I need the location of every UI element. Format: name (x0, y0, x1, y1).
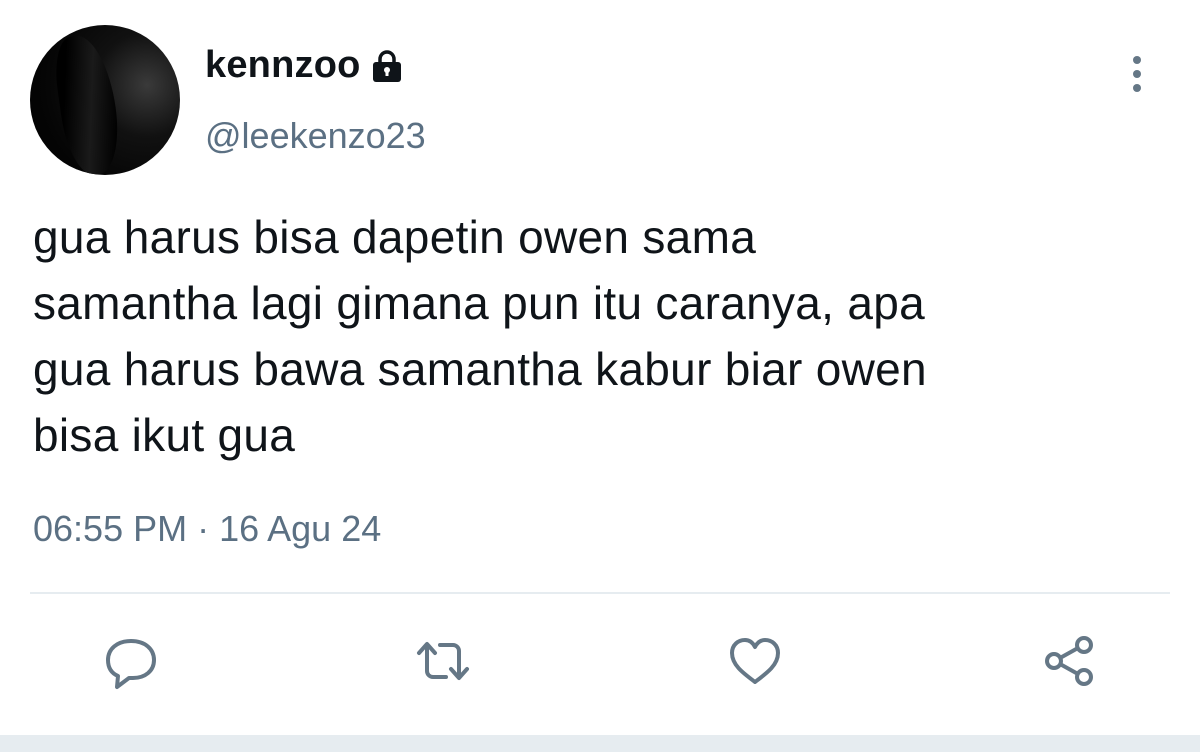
share-icon (1045, 636, 1093, 686)
tweet-time: 06:55 PM (33, 508, 188, 549)
timestamp-separator: · (197, 508, 210, 549)
divider (30, 592, 1170, 594)
heart-icon (730, 638, 780, 684)
like-button[interactable] (722, 628, 788, 694)
reply-icon (106, 639, 156, 689)
lock-icon (369, 48, 405, 84)
tweet-text: gua harus bisa dapetin owen sama samanth… (33, 211, 927, 461)
user-name-row[interactable]: kennzoo (205, 44, 405, 87)
share-button[interactable] (1036, 628, 1102, 694)
reply-button[interactable] (98, 628, 164, 694)
user-handle[interactable]: @leekenzo23 (205, 115, 426, 157)
avatar-photo (50, 31, 125, 175)
action-bar (0, 628, 1200, 698)
tweet-date: 16 Agu 24 (219, 508, 382, 549)
display-name[interactable]: kennzoo (205, 44, 361, 87)
retweet-button[interactable] (410, 628, 476, 694)
tweet-timestamp[interactable]: 06:55 PM · 16 Agu 24 (33, 508, 381, 550)
bottom-divider (0, 735, 1200, 752)
more-vertical-icon[interactable] (1124, 52, 1150, 96)
avatar[interactable] (30, 25, 180, 175)
retweet-icon (417, 642, 469, 680)
